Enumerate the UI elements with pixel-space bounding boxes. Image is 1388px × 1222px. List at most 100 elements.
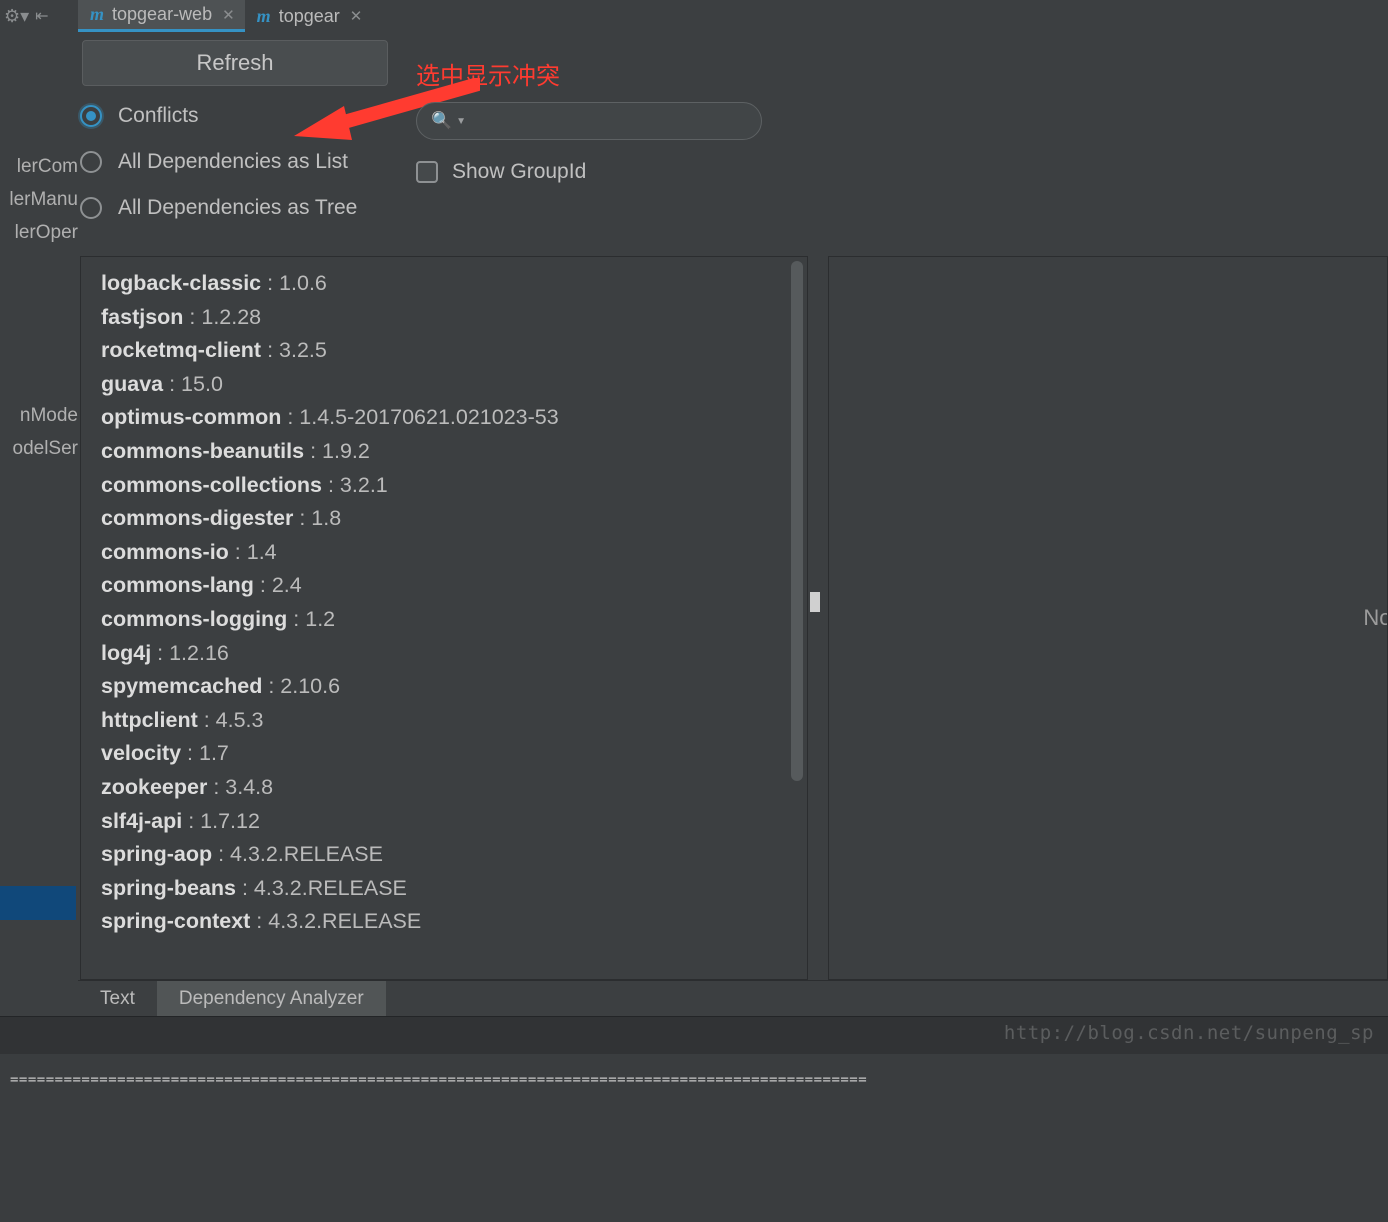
terminal-line: ========================================… bbox=[10, 1072, 1378, 1088]
maven-icon: m bbox=[90, 4, 104, 25]
dependency-name: logback-classic bbox=[101, 271, 261, 295]
tab-label: topgear bbox=[279, 6, 340, 27]
radio-icon bbox=[80, 151, 102, 173]
checkbox-icon bbox=[416, 161, 438, 183]
tab-dependency-analyzer[interactable]: Dependency Analyzer bbox=[157, 981, 386, 1016]
detail-pane: Nothin bbox=[828, 256, 1388, 980]
dependency-name: velocity bbox=[101, 741, 181, 765]
gear-icon[interactable]: ⚙▾ bbox=[4, 6, 29, 27]
dependency-item[interactable]: optimus-common : 1.4.5-20170621.021023-5… bbox=[101, 401, 807, 435]
dependency-version: : 2.4 bbox=[254, 573, 302, 597]
dependency-version: : 3.2.5 bbox=[261, 338, 327, 362]
dependency-name: spring-beans bbox=[101, 876, 236, 900]
dependency-name: httpclient bbox=[101, 708, 198, 732]
tab-text[interactable]: Text bbox=[78, 981, 157, 1016]
dependency-version: : 1.2.16 bbox=[151, 641, 229, 665]
dependency-version: : 15.0 bbox=[163, 372, 223, 396]
dependency-name: commons-digester bbox=[101, 506, 293, 530]
radio-label: All Dependencies as List bbox=[118, 150, 348, 174]
dependency-version: : 1.9.2 bbox=[304, 439, 370, 463]
dependency-item[interactable]: rocketmq-client : 3.2.5 bbox=[101, 334, 807, 368]
dependency-name: commons-io bbox=[101, 540, 229, 564]
annotation-text: 选中显示冲突 bbox=[416, 56, 560, 91]
chevron-down-icon[interactable]: ▼ bbox=[456, 116, 466, 127]
dependency-name: commons-beanutils bbox=[101, 439, 304, 463]
dependency-version: : 3.4.8 bbox=[207, 775, 273, 799]
dependency-name: commons-logging bbox=[101, 607, 287, 631]
dependency-item[interactable]: spring-aop : 4.3.2.RELEASE bbox=[101, 838, 807, 872]
dependency-item[interactable]: httpclient : 4.5.3 bbox=[101, 704, 807, 738]
dependency-name: commons-collections bbox=[101, 473, 322, 497]
dependency-item[interactable]: commons-collections : 3.2.1 bbox=[101, 469, 807, 503]
dependency-item[interactable]: spring-context : 4.3.2.RELEASE bbox=[101, 905, 807, 939]
left-fragment: lerManu bbox=[0, 183, 78, 216]
left-fragment: lerOper bbox=[0, 216, 78, 249]
dependency-name: spymemcached bbox=[101, 674, 262, 698]
dependency-item[interactable]: log4j : 1.2.16 bbox=[101, 637, 807, 671]
search-input[interactable] bbox=[472, 111, 747, 132]
dependency-version: : 1.0.6 bbox=[261, 271, 327, 295]
dependency-item[interactable]: zookeeper : 3.4.8 bbox=[101, 771, 807, 805]
radio-icon bbox=[80, 197, 102, 219]
dependency-version: : 4.3.2.RELEASE bbox=[212, 842, 383, 866]
terminal-area[interactable]: ========================================… bbox=[0, 1054, 1388, 1222]
watermark: http://blog.csdn.net/sunpeng_sp bbox=[1004, 1022, 1374, 1044]
dependency-version: : 1.2 bbox=[287, 607, 335, 631]
detail-placeholder: Nothin bbox=[1363, 605, 1388, 631]
tab-label: Dependency Analyzer bbox=[179, 988, 364, 1010]
radio-deps-as-list[interactable]: All Dependencies as List bbox=[80, 150, 357, 174]
dependency-version: : 2.10.6 bbox=[262, 674, 340, 698]
maven-icon: m bbox=[257, 6, 271, 27]
split-handle[interactable] bbox=[810, 592, 820, 612]
radio-conflicts[interactable]: Conflicts bbox=[80, 104, 357, 128]
left-fragment: lerCom bbox=[0, 150, 78, 183]
dependency-item[interactable]: guava : 15.0 bbox=[101, 368, 807, 402]
search-input-wrap[interactable]: 🔍 ▼ bbox=[416, 102, 762, 140]
dependency-item[interactable]: slf4j-api : 1.7.12 bbox=[101, 805, 807, 839]
close-icon[interactable]: ✕ bbox=[350, 7, 363, 25]
collapse-icon[interactable]: ⇤ bbox=[35, 6, 48, 26]
left-selection-highlight bbox=[0, 886, 76, 920]
dependency-version: : 1.7.12 bbox=[182, 809, 260, 833]
search-icon: 🔍 bbox=[431, 111, 452, 131]
dependency-item[interactable]: commons-io : 1.4 bbox=[101, 536, 807, 570]
tab-topgear[interactable]: m topgear ✕ bbox=[245, 0, 373, 32]
dependency-list: logback-classic : 1.0.6fastjson : 1.2.28… bbox=[80, 256, 808, 980]
dependency-item[interactable]: commons-logging : 1.2 bbox=[101, 603, 807, 637]
dependency-name: spring-context bbox=[101, 909, 250, 933]
dependency-item[interactable]: commons-lang : 2.4 bbox=[101, 569, 807, 603]
dependency-version: : 4.5.3 bbox=[198, 708, 264, 732]
dependency-name: commons-lang bbox=[101, 573, 254, 597]
radio-icon bbox=[80, 105, 102, 127]
left-cutoff-panel: lerCom lerManu lerOper nMode odelSer bbox=[0, 150, 78, 465]
editor-tabs: m topgear-web ✕ m topgear ✕ bbox=[78, 0, 372, 32]
tab-label: topgear-web bbox=[112, 4, 212, 25]
dependency-name: guava bbox=[101, 372, 163, 396]
dependency-item[interactable]: fastjson : 1.2.28 bbox=[101, 301, 807, 335]
scrollbar[interactable] bbox=[791, 261, 803, 781]
left-fragment: odelSer bbox=[0, 432, 78, 465]
dependency-version: : 1.2.28 bbox=[183, 305, 261, 329]
dependency-item[interactable]: commons-beanutils : 1.9.2 bbox=[101, 435, 807, 469]
refresh-label: Refresh bbox=[196, 50, 273, 76]
dependency-item[interactable]: velocity : 1.7 bbox=[101, 737, 807, 771]
dependency-item[interactable]: spymemcached : 2.10.6 bbox=[101, 670, 807, 704]
radio-deps-as-tree[interactable]: All Dependencies as Tree bbox=[80, 196, 357, 220]
dependency-version: : 4.3.2.RELEASE bbox=[236, 876, 407, 900]
dependency-item[interactable]: spring-beans : 4.3.2.RELEASE bbox=[101, 872, 807, 906]
radio-label: All Dependencies as Tree bbox=[118, 196, 357, 220]
dependency-version: : 3.2.1 bbox=[322, 473, 388, 497]
dependency-version: : 4.3.2.RELEASE bbox=[250, 909, 421, 933]
checkbox-label: Show GroupId bbox=[452, 160, 586, 184]
radio-label: Conflicts bbox=[118, 104, 199, 128]
dependency-version: : 1.4.5-20170621.021023-53 bbox=[281, 405, 558, 429]
refresh-button[interactable]: Refresh bbox=[82, 40, 388, 86]
dependency-name: zookeeper bbox=[101, 775, 207, 799]
dependency-name: slf4j-api bbox=[101, 809, 182, 833]
checkbox-show-groupid[interactable]: Show GroupId bbox=[416, 160, 586, 184]
dependency-item[interactable]: commons-digester : 1.8 bbox=[101, 502, 807, 536]
close-icon[interactable]: ✕ bbox=[222, 6, 235, 24]
tab-topgear-web[interactable]: m topgear-web ✕ bbox=[78, 0, 245, 32]
dependency-item[interactable]: logback-classic : 1.0.6 bbox=[101, 267, 807, 301]
dependency-name: rocketmq-client bbox=[101, 338, 261, 362]
